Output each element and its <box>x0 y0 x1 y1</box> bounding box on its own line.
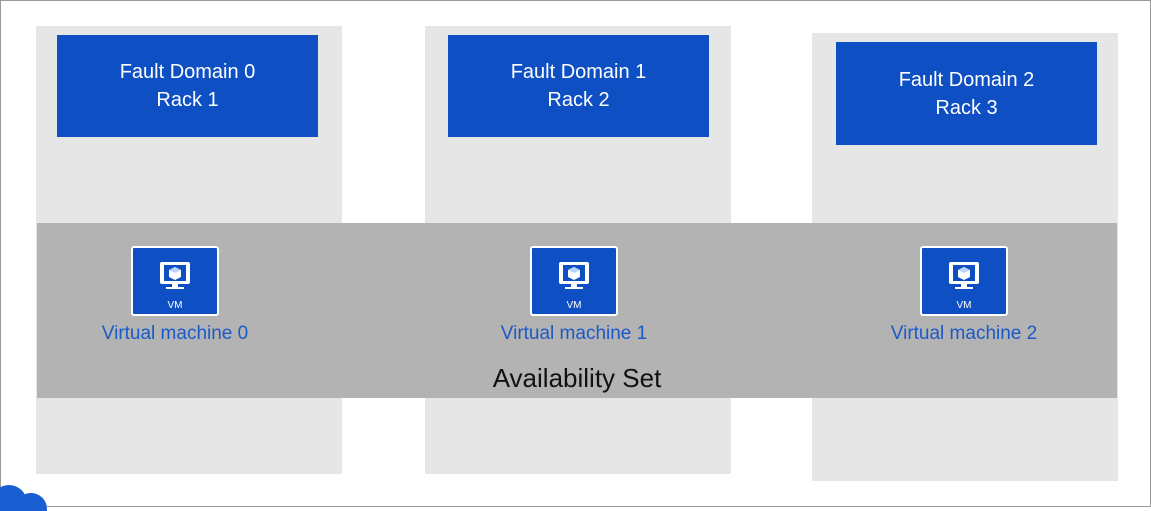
cloud-icon <box>0 485 47 511</box>
fault-domain-2-rack: Rack 3 <box>935 96 998 119</box>
vm-0: VM Virtual machine 0 <box>55 246 295 345</box>
vm-2: VM Virtual machine 2 <box>844 246 1084 345</box>
virtual-machine-icon: VM <box>530 246 618 316</box>
fault-domain-0-name: Fault Domain 0 <box>119 61 256 83</box>
vm-0-badge: VM <box>168 300 183 311</box>
fault-domain-2-name: Fault Domain 2 <box>898 68 1035 91</box>
vm-1-label: Virtual machine 1 <box>500 323 648 344</box>
virtual-machine-icon: VM <box>920 246 1008 316</box>
fault-domain-1-box: Fault Domain 1 Rack 2 <box>448 35 709 137</box>
vm-2-badge: VM <box>957 300 972 311</box>
diagram-frame: Fault Domain 0 Rack 1 Fault Domain 1 Rac… <box>0 0 1151 511</box>
vm-0-label: Virtual machine 0 <box>101 323 249 344</box>
fault-domain-0-rack: Rack 1 <box>156 89 219 111</box>
fault-domain-1-rack: Rack 2 <box>547 89 610 111</box>
availability-set-label: Availability Set <box>492 363 662 393</box>
vm-1: VM Virtual machine 1 <box>454 246 694 345</box>
vm-1-badge: VM <box>567 300 582 311</box>
fault-domain-1-name: Fault Domain 1 <box>510 61 647 83</box>
virtual-machine-icon: VM <box>131 246 219 316</box>
fault-domain-0-box: Fault Domain 0 Rack 1 <box>57 35 318 137</box>
fault-domain-2-box: Fault Domain 2 Rack 3 <box>836 42 1097 145</box>
vm-2-label: Virtual machine 2 <box>890 323 1038 344</box>
